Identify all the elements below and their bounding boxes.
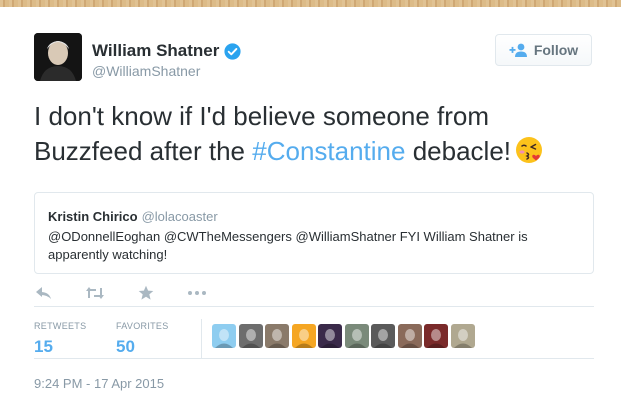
favoriter-avatar-7[interactable]	[371, 324, 395, 348]
tweet-card: William Shatner @WilliamShatner Follow I…	[0, 7, 621, 414]
retweet-button[interactable]	[85, 285, 105, 301]
retweets-count: 15	[34, 337, 53, 356]
favoriter-avatars	[212, 324, 477, 348]
stats-separator	[201, 319, 202, 359]
tweet-actions	[34, 283, 238, 303]
more-button[interactable]	[187, 285, 207, 301]
favorites-count: 50	[116, 337, 135, 356]
quoted-tweet[interactable]: Kristin Chirico @lolacoaster @ODonnellEog…	[34, 192, 594, 274]
author-name[interactable]: William Shatner	[92, 41, 219, 61]
author-avatar[interactable]	[34, 33, 82, 81]
author-handle[interactable]: @WilliamShatner	[92, 63, 200, 79]
favoriter-avatar-5[interactable]	[318, 324, 342, 348]
favoriter-avatar-8[interactable]	[397, 324, 422, 348]
retweet-stat[interactable]: RETWEETS 15	[34, 321, 86, 357]
stats-divider-bottom	[34, 358, 594, 359]
kissing-face-icon	[516, 137, 543, 163]
follow-icon	[509, 43, 527, 57]
tweet-text-part2: debacle!	[405, 136, 512, 166]
retweet-icon	[86, 287, 104, 299]
favoriter-avatar-2[interactable]	[238, 324, 263, 348]
favoriter-avatar-9[interactable]	[424, 324, 448, 348]
retweets-label: RETWEETS	[34, 321, 87, 331]
tweet-text: I don't know if I'd believe someone from…	[34, 99, 604, 169]
favoriter-avatar-1[interactable]	[212, 324, 236, 348]
reply-icon	[36, 287, 51, 299]
favorite-button[interactable]	[136, 285, 156, 301]
tweet-timestamp[interactable]: 9:24 PM - 17 Apr 2015	[34, 376, 164, 391]
quoted-author-name[interactable]: Kristin Chirico	[48, 209, 138, 224]
follow-label: Follow	[533, 42, 579, 58]
follow-button[interactable]: Follow	[495, 34, 592, 66]
favoriter-avatar-4[interactable]	[291, 324, 316, 348]
favorites-label: FAVORITES	[116, 321, 169, 331]
author-avatar-image	[34, 33, 82, 81]
quoted-author-handle[interactable]: @lolacoaster	[142, 209, 218, 224]
hashtag-link[interactable]: #Constantine	[252, 136, 405, 166]
favoriter-avatar-3[interactable]	[265, 324, 289, 348]
quoted-tweet-text: @ODonnellEoghan @CWTheMessengers @Willia…	[48, 229, 528, 262]
stats-divider-top	[34, 306, 594, 307]
verified-badge-icon	[224, 42, 241, 60]
favorite-stat[interactable]: FAVORITES 50	[116, 321, 169, 357]
more-icon	[188, 291, 206, 295]
reply-button[interactable]	[34, 285, 54, 301]
favorite-icon	[138, 285, 154, 300]
favoriter-avatar-6[interactable]	[344, 324, 369, 348]
favoriter-avatar-10[interactable]	[450, 324, 475, 348]
